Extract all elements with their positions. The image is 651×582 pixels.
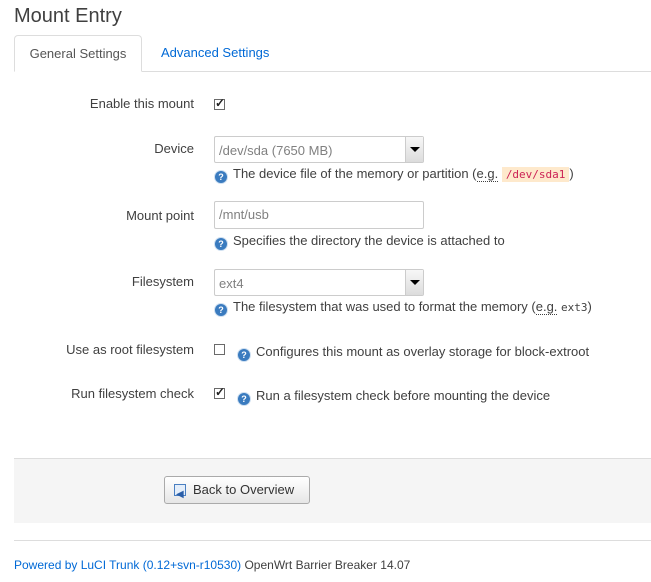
dropdown-arrow-icon bbox=[405, 270, 423, 295]
device-help-suffix: ) bbox=[569, 166, 574, 181]
back-to-overview-button[interactable]: ◀ Back to Overview bbox=[164, 476, 310, 504]
help-icon: ? bbox=[215, 171, 227, 183]
device-help-code: /dev/sda1 bbox=[501, 167, 570, 182]
mount-point-label: Mount point bbox=[126, 208, 194, 223]
check-mark-icon: ✓ bbox=[215, 96, 226, 110]
root-fs-label: Use as root filesystem bbox=[66, 342, 194, 357]
filesystem-label: Filesystem bbox=[131, 274, 194, 289]
filesystem-help: ? The filesystem that was used to format … bbox=[215, 299, 592, 316]
page-title: Mount Entry bbox=[14, 5, 122, 27]
luci-link[interactable]: Powered by LuCI Trunk (0.12+svn-r10530) bbox=[14, 558, 241, 572]
dropdown-arrow-icon bbox=[405, 137, 423, 162]
footer: Powered by LuCI Trunk (0.12+svn-r10530) … bbox=[14, 558, 410, 572]
check-mark-icon: ✓ bbox=[215, 385, 226, 399]
help-icon: ? bbox=[215, 304, 227, 316]
fs-check-help-text: Run a filesystem check before mounting t… bbox=[256, 388, 551, 403]
filesystem-help-text: The filesystem that was used to format t… bbox=[233, 299, 536, 314]
filesystem-help-eg: e.g. bbox=[535, 299, 558, 315]
back-arrow-icon: ◀ bbox=[174, 484, 186, 500]
back-to-overview-label: Back to Overview bbox=[193, 482, 295, 497]
filesystem-help-suffix: ) bbox=[587, 299, 592, 314]
filesystem-help-code: ext3 bbox=[561, 301, 588, 314]
tab-advanced-settings[interactable]: Advanced Settings bbox=[161, 35, 269, 71]
mount-point-input[interactable]: /mnt/usb bbox=[214, 201, 424, 229]
filesystem-select-value: ext4 bbox=[219, 276, 244, 291]
enable-mount-label: Enable this mount bbox=[89, 96, 194, 111]
device-help-eg: e.g. bbox=[476, 166, 499, 182]
footer-version-text: OpenWrt Barrier Breaker 14.07 bbox=[241, 558, 411, 572]
mount-point-help-text: Specifies the directory the device is at… bbox=[233, 233, 505, 248]
fs-check-help: ? Run a filesystem check before mounting … bbox=[238, 388, 550, 405]
device-help: ? The device file of the memory or partit… bbox=[215, 166, 574, 183]
root-fs-help-text: Configures this mount as overlay storage… bbox=[256, 344, 590, 359]
form-actions: ◀ Back to Overview bbox=[14, 458, 651, 523]
device-label: Device bbox=[154, 141, 194, 156]
device-help-text: The device file of the memory or partiti… bbox=[233, 166, 477, 181]
device-select[interactable]: /dev/sda (7650 MB) bbox=[214, 136, 424, 163]
help-icon: ? bbox=[238, 349, 250, 361]
fs-check-label: Run filesystem check bbox=[71, 386, 194, 401]
device-select-value: /dev/sda (7650 MB) bbox=[219, 143, 333, 158]
tab-general-settings[interactable]: General Settings bbox=[14, 35, 142, 72]
enable-mount-checkbox[interactable]: ✓ bbox=[214, 96, 226, 110]
help-icon: ? bbox=[215, 238, 227, 250]
fs-check-checkbox[interactable]: ✓ bbox=[214, 385, 226, 399]
filesystem-select[interactable]: ext4 bbox=[214, 269, 424, 296]
mount-point-help: ? Specifies the directory the device is a… bbox=[215, 233, 505, 250]
footer-divider bbox=[14, 540, 651, 541]
help-icon: ? bbox=[238, 393, 250, 405]
root-fs-help: ? Configures this mount as overlay storag… bbox=[238, 344, 589, 361]
tab-bar: General Settings Advanced Settings bbox=[14, 35, 651, 72]
root-fs-checkbox[interactable] bbox=[214, 344, 225, 355]
